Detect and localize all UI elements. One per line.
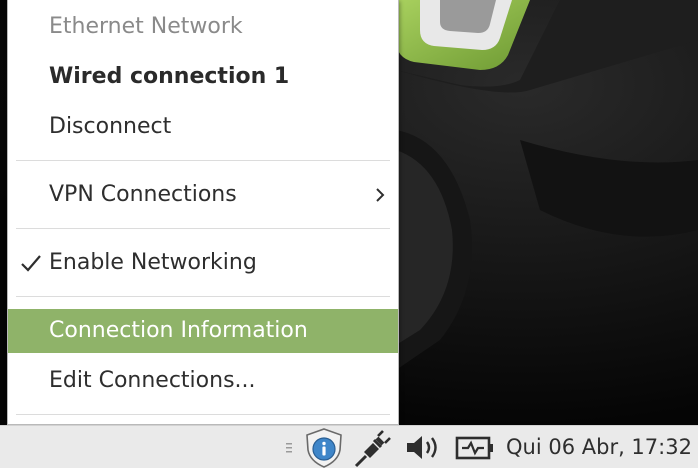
- menu-item-enable-networking[interactable]: Enable Networking: [8, 241, 398, 285]
- chevron-right-icon: [376, 188, 385, 202]
- handle-icon[interactable]: [284, 426, 294, 469]
- menu-item-vpn-connections[interactable]: VPN Connections: [8, 173, 398, 217]
- menu-header-ethernet-network: Ethernet Network: [49, 14, 243, 39]
- menu-separator: [16, 228, 390, 229]
- security-update-icon[interactable]: [302, 426, 346, 469]
- menu-separator: [16, 296, 390, 297]
- menu-item-edit-connections[interactable]: Edit Connections...: [8, 359, 398, 403]
- menu-item-wired-connection[interactable]: Wired connection 1: [8, 55, 398, 99]
- network-menu: Ethernet Network Wired connection 1 Disc…: [7, 0, 399, 425]
- checkmark-icon: [21, 255, 41, 272]
- menu-item-vpn-label: VPN Connections: [49, 182, 237, 207]
- clock[interactable]: Qui 06 Abr, 17:32: [506, 426, 692, 469]
- menu-item-connection-information[interactable]: Connection Information: [8, 309, 398, 353]
- menu-separator: [16, 160, 390, 161]
- taskbar: Qui 06 Abr, 17:32: [0, 425, 698, 468]
- network-plug-icon[interactable]: [352, 426, 394, 469]
- volume-icon[interactable]: [404, 426, 444, 469]
- menu-item-disconnect[interactable]: Disconnect: [8, 105, 398, 149]
- menu-separator: [16, 414, 390, 415]
- menu-item-enable-networking-label: Enable Networking: [49, 250, 257, 275]
- power-icon[interactable]: [454, 426, 496, 469]
